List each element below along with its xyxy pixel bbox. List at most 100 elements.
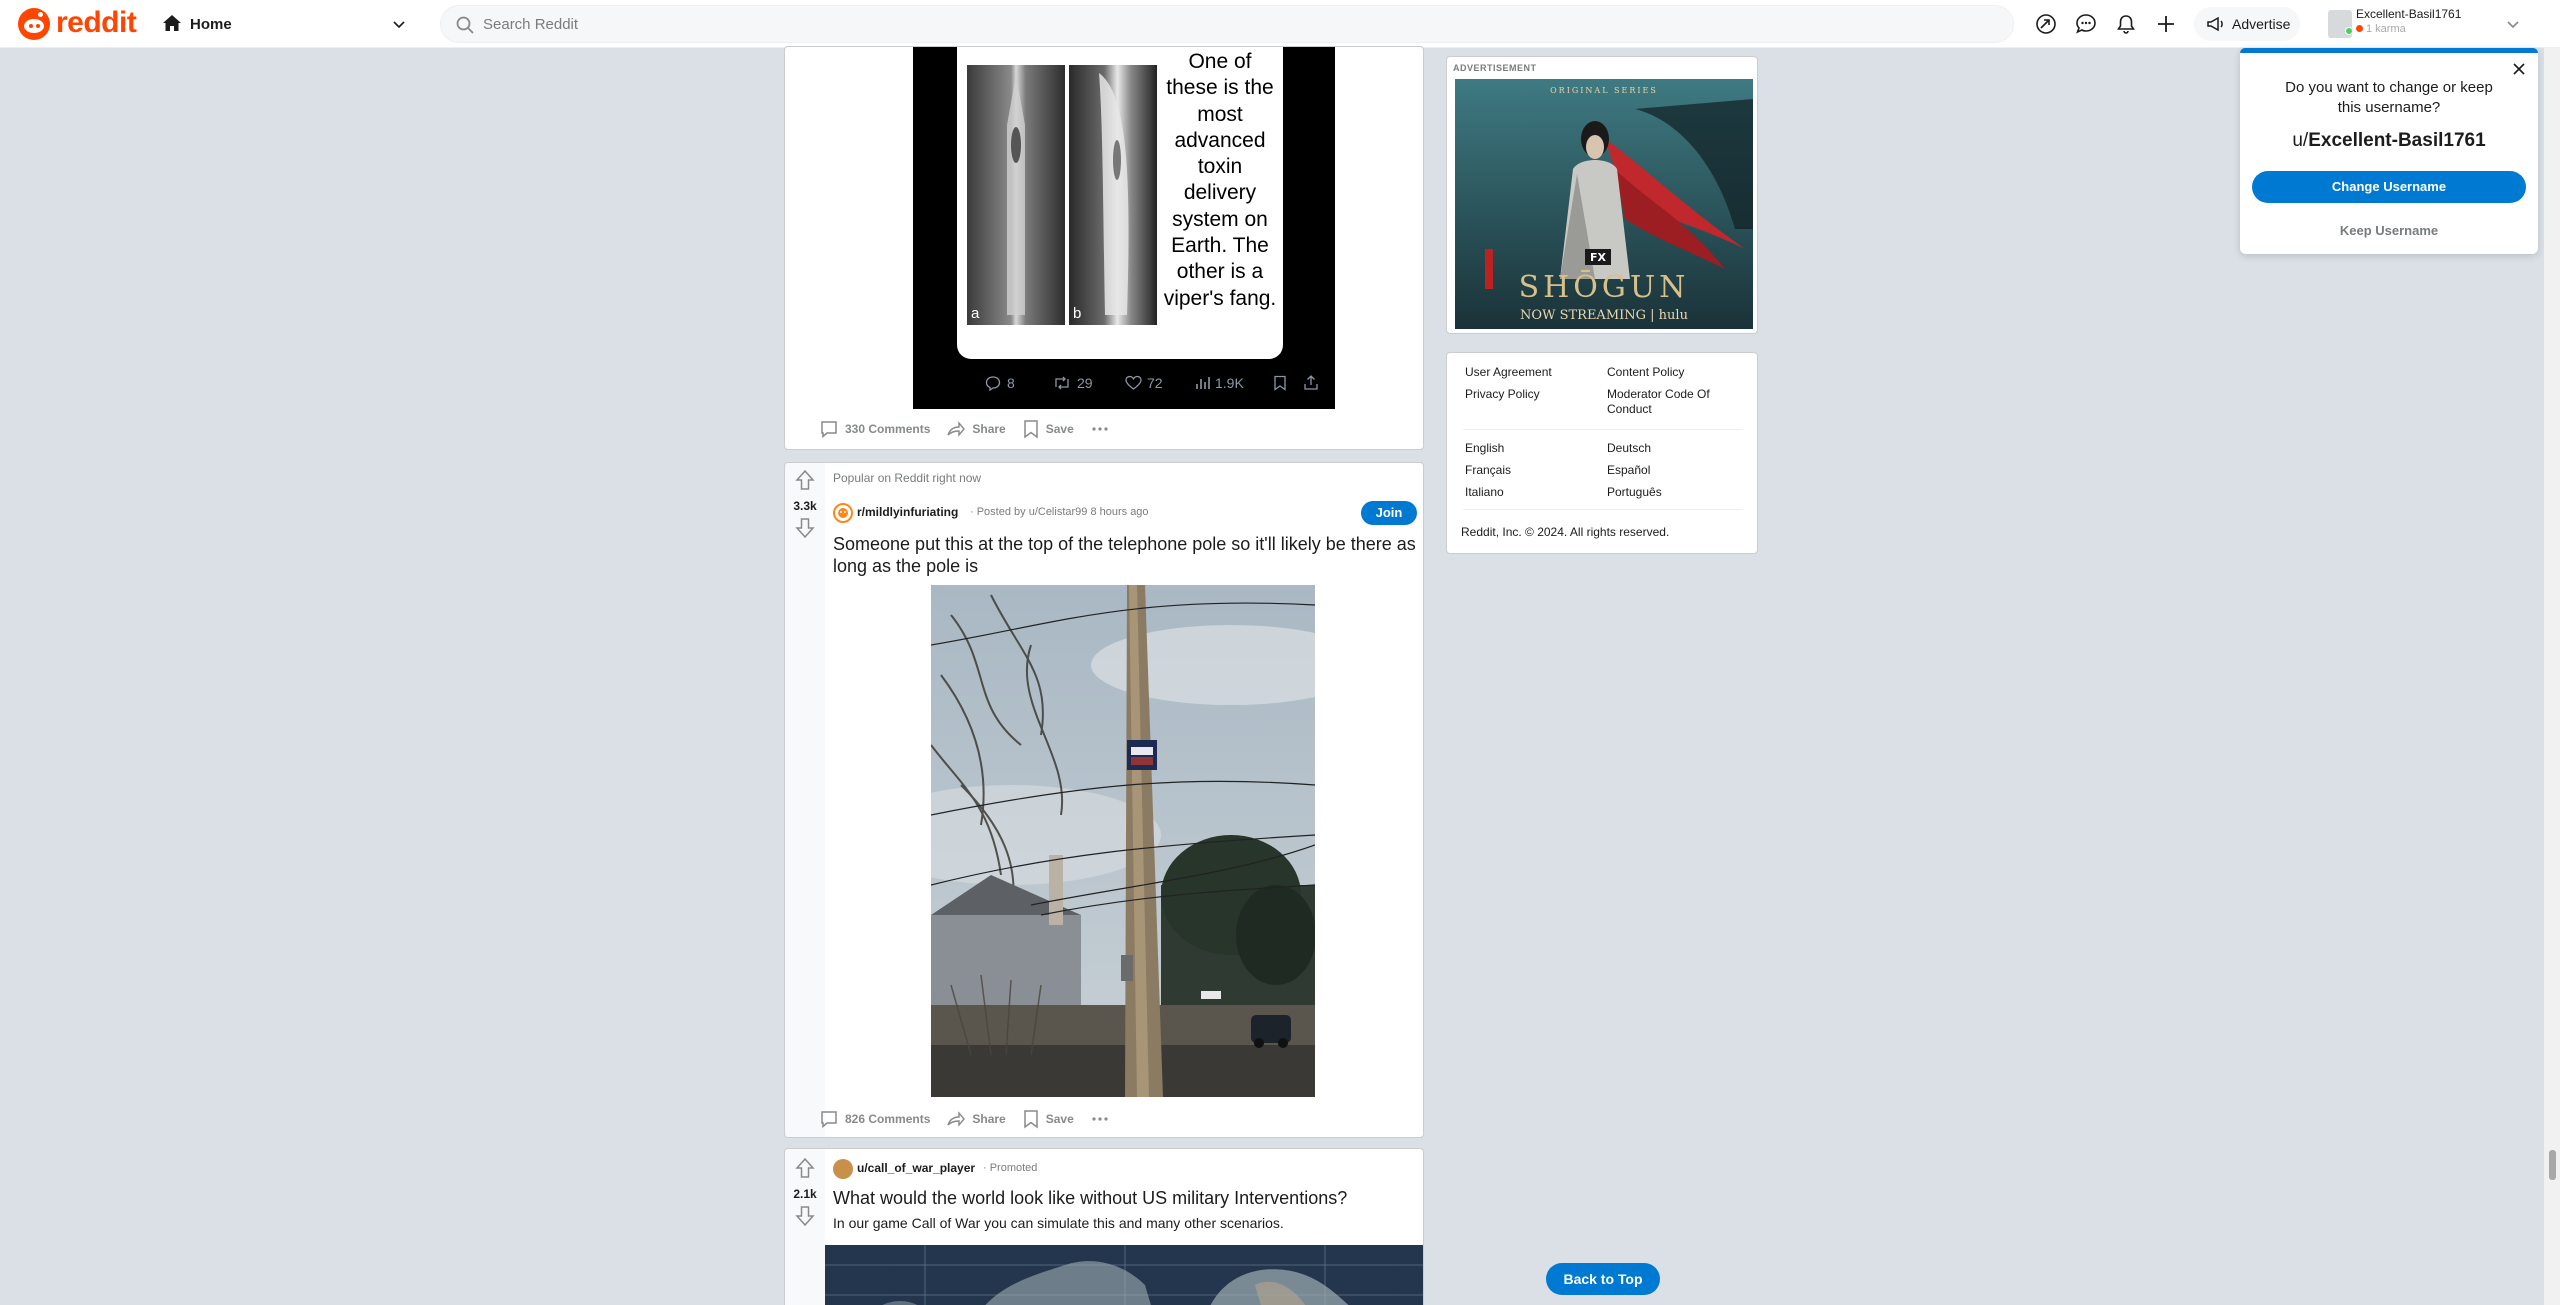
comments-count: 330 Comments (845, 422, 931, 436)
search-icon (456, 16, 474, 34)
advertisement-card[interactable]: ADVERTISEMENT ORIGINAL SERIES FX SHŌGUN … (1446, 56, 1758, 334)
bookmark-icon (1023, 1110, 1038, 1129)
footer-link-moderator-code[interactable]: Moderator Code Of Conduct (1607, 387, 1737, 417)
tweet-stats-row: 8 29 72 1.9K (985, 373, 1325, 393)
user-karma: 1 karma (2366, 23, 2406, 35)
sidebar-footer-links: User Agreement Privacy Policy Content Po… (1446, 352, 1758, 554)
vote-count: 3.3k (793, 499, 817, 513)
share-button[interactable]: Share (946, 1109, 1006, 1129)
ellipsis-icon (1092, 427, 1108, 431)
keep-username-button[interactable]: Keep Username (2252, 219, 2526, 243)
footer-divider (1463, 429, 1743, 430)
heart-icon (1125, 375, 1142, 390)
post-title[interactable]: What would the world look like without U… (833, 1187, 1417, 1209)
more-options-button[interactable] (1090, 1109, 1116, 1129)
popular-trend-icon[interactable] (2034, 12, 2058, 36)
footer-divider (1463, 509, 1743, 510)
comments-count: 826 Comments (845, 1112, 931, 1126)
back-to-top-button[interactable]: Back to Top (1546, 1263, 1660, 1295)
ad-network-text: FX (1590, 251, 1607, 264)
footer-link-user-agreement[interactable]: User Agreement (1465, 365, 1552, 379)
create-post-plus-icon[interactable] (2154, 12, 2178, 36)
ellipsis-icon (1092, 1117, 1108, 1121)
language-deutsch[interactable]: Deutsch (1607, 441, 1651, 455)
language-espanol[interactable]: Español (1607, 463, 1650, 477)
tweet-retweets: 29 (1077, 375, 1093, 391)
comments-button[interactable]: 826 Comments (819, 1109, 930, 1129)
close-icon[interactable] (2512, 62, 2526, 76)
post-image-telephone-pole[interactable] (931, 585, 1315, 1097)
language-english[interactable]: English (1465, 441, 1504, 455)
downvote-arrow-icon[interactable] (795, 517, 815, 539)
views-chart-icon (1196, 377, 1210, 389)
save-button[interactable]: Save (1022, 419, 1074, 439)
reply-icon (985, 376, 1001, 391)
upvote-arrow-icon[interactable] (795, 469, 815, 491)
search-bar[interactable] (440, 5, 2014, 43)
chevron-down-icon (393, 21, 405, 29)
karma-icon (2356, 25, 2363, 32)
save-label: Save (1045, 1112, 1074, 1126)
post-card-toxin[interactable]: a b One of these is the most advanced to… (784, 46, 1424, 450)
footer-link-content-policy[interactable]: Content Policy (1607, 365, 1684, 379)
save-button[interactable]: Save (1022, 1109, 1074, 1129)
chevron-down-icon (2507, 21, 2519, 29)
language-portugues[interactable]: Português (1607, 485, 1662, 499)
top-navigation-bar: reddit Home Advertise Excellent-Basil176… (0, 0, 2560, 48)
advertisement-label: ADVERTISEMENT (1453, 63, 1537, 73)
tweet-image-b-label: b (1073, 305, 1082, 322)
footer-link-privacy-policy[interactable]: Privacy Policy (1465, 387, 1540, 401)
post-title[interactable]: Someone put this at the top of the telep… (833, 533, 1417, 577)
popup-username-prefix: u/ (2292, 130, 2309, 151)
bookmark-icon (1274, 375, 1286, 391)
subreddit-name[interactable]: r/mildlyinfuriating (857, 505, 958, 519)
more-options-button[interactable] (1090, 419, 1116, 439)
advertise-button[interactable]: Advertise (2194, 7, 2300, 41)
share-button[interactable]: Share (946, 419, 1006, 439)
user-menu-dropdown[interactable]: Excellent-Basil1761 1 karma (2324, 6, 2526, 42)
online-status-dot (2345, 27, 2353, 35)
advertiser-avatar[interactable] (833, 1159, 853, 1179)
share-arrow-icon (947, 421, 966, 437)
promoted-label: · Promoted (983, 1162, 1038, 1174)
username-confirmation-popup: Do you want to change or keep this usern… (2240, 48, 2538, 254)
tweet-likes: 72 (1147, 375, 1163, 391)
promoted-map-image[interactable] (825, 1245, 1423, 1305)
bookmark-icon (1023, 420, 1038, 439)
join-button[interactable]: Join (1361, 501, 1417, 525)
post-actions: 330 Comments Share Save (819, 419, 1132, 439)
home-label: Home (190, 16, 232, 33)
comment-icon (821, 1111, 837, 1129)
downvote-arrow-icon[interactable] (795, 1205, 815, 1227)
page-scrollbar-track[interactable] (2544, 48, 2560, 1305)
comments-button[interactable]: 330 Comments (819, 419, 930, 439)
subreddit-icon[interactable] (833, 503, 853, 523)
tweet-image-a-label: a (971, 305, 980, 322)
search-input[interactable] (483, 14, 1983, 34)
post-author-time: · Posted by u/Celistar99 8 hours ago (970, 506, 1149, 518)
upvote-arrow-icon[interactable] (795, 1157, 815, 1179)
tweet-card: a b One of these is the most advanced to… (957, 47, 1283, 359)
language-francais[interactable]: Français (1465, 463, 1511, 477)
advertiser-name[interactable]: u/call_of_war_player (857, 1161, 975, 1175)
page-scrollbar-thumb[interactable] (2549, 1150, 2556, 1180)
language-italiano[interactable]: Italiano (1465, 485, 1504, 499)
post-image-tweet-screenshot[interactable]: a b One of these is the most advanced to… (913, 47, 1335, 409)
change-username-button[interactable]: Change Username (2252, 171, 2526, 203)
home-feed-dropdown[interactable]: Home (160, 11, 410, 37)
tweet-views: 1.9K (1215, 375, 1244, 391)
popup-username: Excellent-Basil1761 (2308, 130, 2486, 151)
chat-icon[interactable] (2074, 12, 2098, 36)
notification-bell-icon[interactable] (2114, 12, 2138, 36)
megaphone-icon (2207, 16, 2223, 32)
post-body: In our game Call of War you can simulate… (833, 1215, 1284, 1231)
popup-accent-bar (2240, 48, 2538, 53)
post-card-promoted[interactable]: 2.1k u/call_of_war_player · Promoted Wha… (784, 1148, 1424, 1305)
post-card-telephone-pole[interactable]: 3.3k Popular on Reddit right now r/mildl… (784, 462, 1424, 1138)
vote-count: 2.1k (793, 1187, 817, 1201)
share-arrow-icon (947, 1111, 966, 1127)
popular-tag: Popular on Reddit right now (833, 471, 982, 485)
comment-icon (821, 421, 837, 439)
tweet-replies: 8 (1007, 375, 1015, 391)
ad-image-shogun[interactable]: ORIGINAL SERIES FX SHŌGUN NOW STREAMING … (1455, 79, 1753, 329)
